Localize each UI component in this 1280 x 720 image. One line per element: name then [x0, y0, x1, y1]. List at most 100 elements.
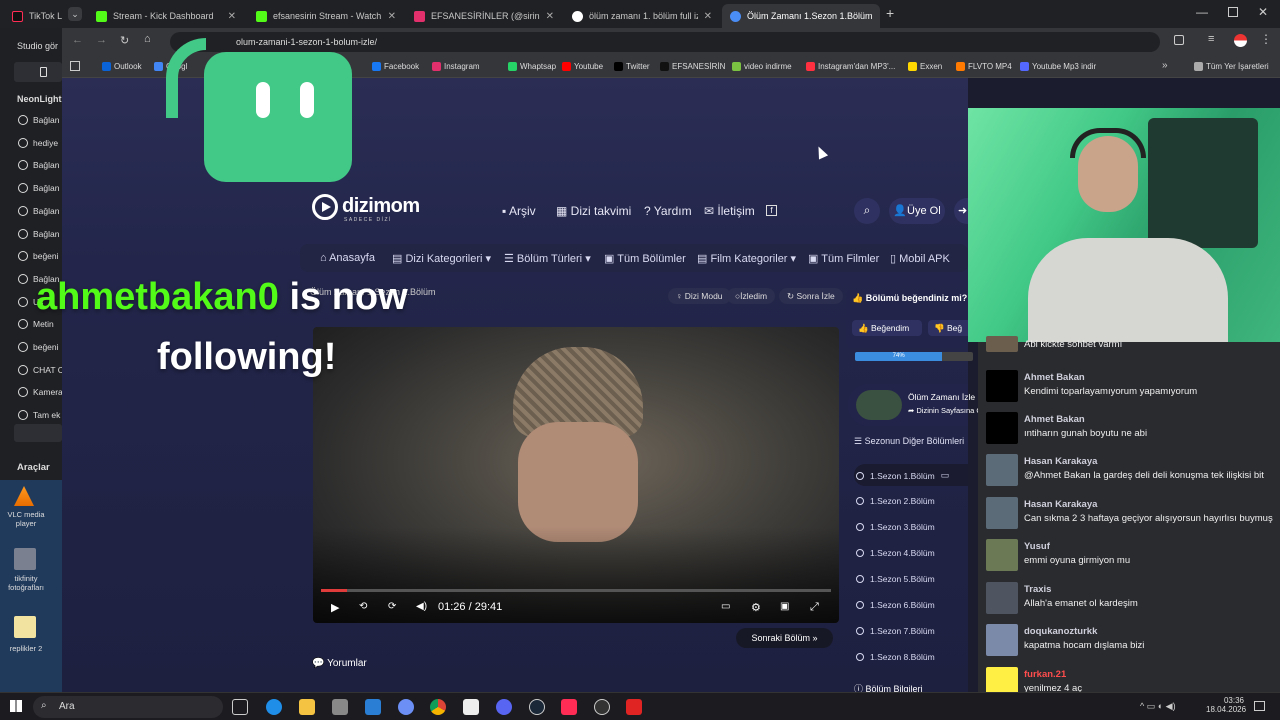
pip-icon[interactable]: ▣ [780, 601, 789, 612]
discord-icon[interactable] [496, 699, 512, 715]
vlc-icon[interactable] [14, 486, 34, 506]
nav-dizi-takvimi[interactable]: ▦ Dizi takvimi [556, 204, 631, 218]
tab-instagram[interactable]: EFSANESİRİNLER (@sirinlerefsa✕ [406, 4, 562, 28]
dislike-button[interactable]: 👎 Beğ [928, 320, 968, 336]
close-icon[interactable]: ✕ [546, 11, 554, 22]
search-button[interactable]: ⌕ [854, 198, 880, 224]
tab-tiktok[interactable]: TikTok L [0, 4, 62, 28]
tab-google-search[interactable]: ölüm zamanı 1. bölüm full izle ✕ [564, 4, 720, 28]
tab-kick-watch[interactable]: efsanesirin Stream - Watch Live✕ [248, 4, 404, 28]
menu-tum-filmler[interactable]: ▣ Tüm Filmler [808, 252, 879, 265]
sonra-izle-button[interactable]: ↻ Sonra İzle [779, 288, 843, 304]
bookmark-item[interactable]: video indirme [732, 62, 792, 71]
comments-heading[interactable]: 💬 Yorumlar [312, 658, 367, 669]
nav-iletisim[interactable]: ✉ İletişim [704, 204, 755, 218]
tab-search-chevron-icon[interactable]: ⌄ [68, 7, 82, 21]
tikfinity-icon[interactable] [626, 699, 642, 715]
sidebar-item[interactable]: CHAT C [0, 359, 62, 381]
next-episode-button[interactable]: Sonraki Bölüm » [736, 628, 833, 648]
sidebar-item[interactable]: Bağlan [0, 109, 62, 131]
obs-icon[interactable] [594, 699, 610, 715]
sidebar-item[interactable]: Bağlan [0, 200, 62, 222]
episode-item[interactable]: 1.Sezon 6.Bölüm [856, 600, 935, 610]
edge-icon[interactable] [266, 699, 282, 715]
profile-avatar[interactable] [1234, 34, 1247, 47]
streaming-app-icon[interactable] [398, 699, 414, 715]
menu-bolum-turleri[interactable]: ☰ Bölüm Türleri ▾ [504, 252, 591, 265]
dizi-modu-button[interactable]: ♀ Dizi Modu [668, 288, 731, 304]
home-icon[interactable]: ⌂ [144, 33, 151, 45]
menu-anasayfa[interactable]: ⌂ Anasayfa [320, 252, 375, 264]
bookmark-item[interactable]: Facebook [372, 62, 419, 71]
notifications-icon[interactable] [1254, 701, 1265, 711]
tiktok-studio-icon[interactable] [561, 699, 577, 715]
dizimom-logo-icon[interactable] [312, 194, 338, 220]
series-page-link[interactable]: ➦ Dizinin Sayfasına Git [908, 406, 986, 415]
close-icon[interactable]: ✕ [704, 11, 712, 22]
bookmark-item[interactable]: EFSANESİRİN [660, 62, 725, 71]
bookmark-item[interactable]: Twitter [614, 62, 650, 71]
episode-item[interactable]: 1.Sezon 8.Bölüm [856, 652, 935, 662]
bookmark-item[interactable]: Instagram'dan MP3'... [806, 62, 895, 71]
forward-icon[interactable]: → [96, 34, 107, 46]
taskbar-search[interactable]: ⌕ Ara [33, 696, 223, 718]
bookmark-item[interactable]: Exxen [908, 62, 942, 71]
episode-item[interactable]: 1.Sezon 1.Bölüm ▭ [856, 470, 949, 481]
episode-item[interactable]: 1.Sezon 2.Bölüm [856, 496, 935, 506]
izledim-button[interactable]: ○İzledim [727, 288, 776, 304]
reload-icon[interactable]: ↻ [120, 34, 129, 47]
episode-item[interactable]: 1.Sezon 5.Bölüm [856, 574, 935, 584]
bookmark-item[interactable]: Instagram [432, 62, 480, 71]
sidebar-item[interactable]: hediye [0, 132, 62, 154]
series-card[interactable]: Ölüm Zamanı İzle ➦ Dizinin Sayfasına Git [848, 384, 986, 426]
mode-toggle[interactable] [14, 62, 62, 82]
bookmark-item[interactable]: Whaptsap [508, 62, 556, 71]
notepad-icon[interactable] [463, 699, 479, 715]
menu-dots-icon[interactable]: ⋮ [1260, 32, 1272, 46]
steam-icon[interactable] [529, 699, 545, 715]
sidebar-item[interactable]: Kamera [0, 381, 62, 403]
seek-bar[interactable] [321, 589, 831, 592]
tray-icons[interactable]: ^ ▭ ◐ ◀) [1140, 701, 1176, 712]
menu-mobil-apk[interactable]: ▯ Mobil APK [890, 252, 950, 265]
file-icon[interactable] [14, 616, 36, 638]
maximize-icon[interactable] [1228, 7, 1238, 17]
captions-icon[interactable]: ▭ [721, 601, 730, 612]
extensions-icon[interactable] [1174, 35, 1184, 45]
episode-item[interactable]: 1.Sezon 4.Bölüm [856, 548, 935, 558]
fullscreen-icon[interactable]: ⤢ [810, 601, 819, 614]
bookmark-item[interactable]: Youtube Mp3 indir [1020, 62, 1096, 71]
menu-dizi-kategorileri[interactable]: ▤ Dizi Kategorileri ▾ [392, 252, 491, 265]
facebook-icon[interactable]: f [766, 205, 777, 216]
video-player[interactable]: ▶ ⟲ ⟳ ◀) 01:26 / 29:41 ▭ ⚙ ▣ ⤢ [313, 327, 839, 623]
menu-tum-bolumler[interactable]: ▣ Tüm Bölümler [604, 252, 686, 265]
sidebar-item[interactable]: Tam ek [0, 404, 62, 426]
like-button[interactable]: 👍 Beğendim [852, 320, 922, 336]
new-tab-plus-icon[interactable]: + [886, 5, 894, 21]
file-explorer-icon[interactable] [299, 699, 315, 715]
close-icon[interactable]: ✕ [879, 11, 880, 22]
nav-arsiv[interactable]: ▪ Arşiv [502, 204, 536, 218]
tab-kick-dashboard[interactable]: Stream - Kick Dashboard ✕ [88, 4, 244, 28]
chrome-icon[interactable] [430, 699, 446, 715]
sidebar-item[interactable]: Bağlan [0, 177, 62, 199]
sidebar-input[interactable] [14, 424, 62, 442]
signup-button[interactable]: 👤Üye Ol [889, 198, 945, 224]
volume-icon[interactable]: ◀) [416, 601, 427, 612]
app-icon[interactable] [332, 699, 348, 715]
bookmark-item[interactable]: Outlook [102, 62, 142, 71]
clock[interactable]: 03:36 18.04.2026 [1206, 696, 1246, 714]
more-bookmarks-icon[interactable]: » [1162, 60, 1168, 71]
bookmark-item[interactable]: Youtube [562, 62, 603, 71]
sidebar-item[interactable]: beğeni [0, 245, 62, 267]
store-icon[interactable] [365, 699, 381, 715]
close-window-icon[interactable]: ✕ [1258, 5, 1268, 19]
episode-item[interactable]: 1.Sezon 7.Bölüm [856, 626, 935, 636]
back-icon[interactable]: ← [72, 34, 83, 46]
media-control-icon[interactable]: ≡ [1208, 33, 1214, 45]
apps-grid-icon[interactable] [70, 61, 80, 71]
rewind-icon[interactable]: ⟲ [359, 601, 367, 612]
folder-icon[interactable] [14, 548, 36, 570]
close-icon[interactable]: ✕ [388, 11, 396, 22]
address-bar[interactable]: olum-zamani-1-sezon-1-bolum-izle/ [170, 32, 1160, 52]
